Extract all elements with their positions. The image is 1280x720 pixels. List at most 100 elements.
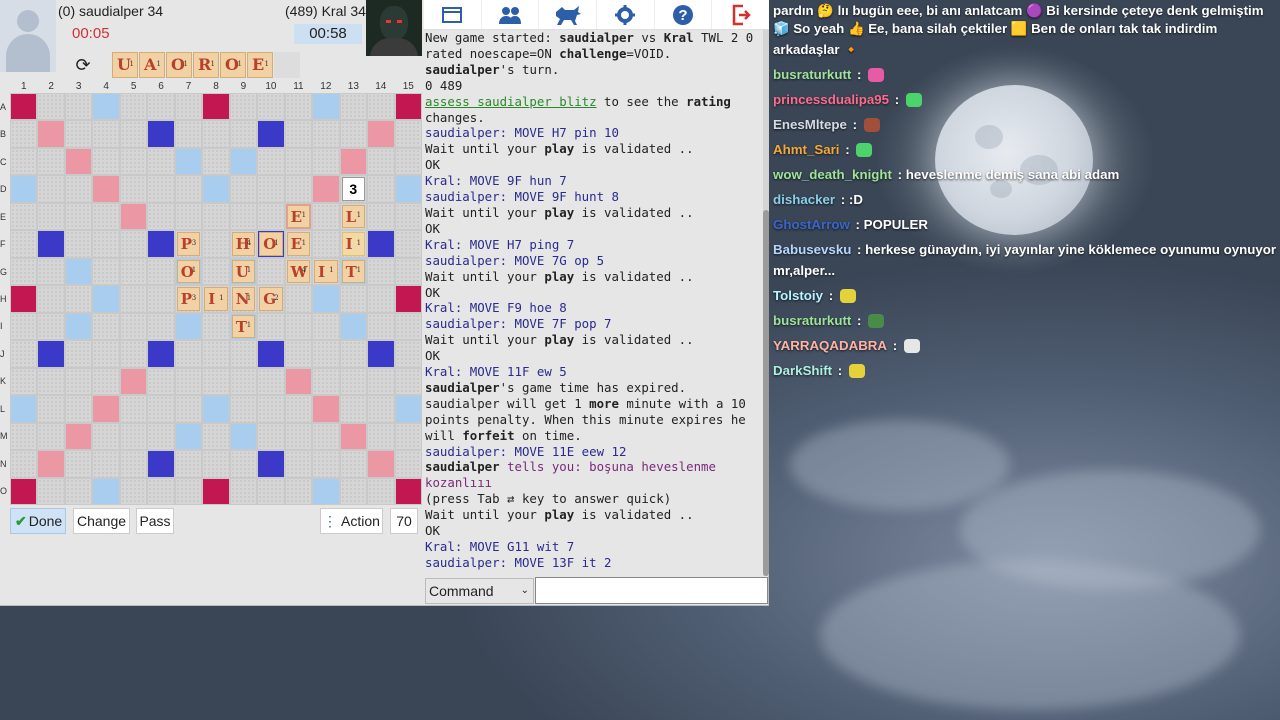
help-icon[interactable]: ? (653, 0, 712, 29)
board-square[interactable] (394, 395, 422, 423)
board-square[interactable] (312, 312, 340, 341)
board-square[interactable] (64, 285, 93, 313)
board-square[interactable] (257, 450, 285, 478)
board-square[interactable]: T1 (339, 257, 368, 286)
board-square[interactable] (119, 175, 148, 203)
rack-tile[interactable]: R1 (193, 52, 219, 78)
board-square[interactable] (10, 120, 38, 148)
board-square[interactable] (174, 450, 203, 478)
console-scrollbar[interactable] (763, 30, 769, 576)
board-square[interactable] (367, 422, 395, 451)
board-square[interactable] (339, 422, 368, 451)
board-square[interactable] (119, 120, 148, 148)
board-square[interactable] (257, 395, 285, 423)
board-square[interactable] (339, 147, 368, 176)
board-square[interactable] (64, 147, 93, 176)
board-square[interactable] (174, 340, 203, 368)
board-square[interactable] (147, 477, 175, 505)
board-square[interactable] (92, 202, 120, 231)
board-square[interactable] (339, 93, 368, 121)
board-square[interactable] (37, 120, 65, 148)
board-square[interactable] (119, 340, 148, 368)
board-square[interactable] (147, 395, 175, 423)
board-square[interactable] (394, 120, 422, 148)
board-square[interactable] (367, 340, 395, 368)
board-square[interactable] (64, 367, 93, 396)
board-square[interactable] (10, 367, 38, 396)
board-square[interactable] (10, 147, 38, 176)
board-square[interactable] (284, 422, 313, 451)
board-square[interactable] (147, 202, 175, 231)
board-square[interactable] (64, 230, 93, 258)
board-square[interactable] (257, 120, 285, 148)
board-square[interactable] (229, 477, 258, 505)
chat-username[interactable]: EnesMltepe (773, 117, 847, 132)
board-square[interactable] (147, 230, 175, 258)
rack-tile[interactable] (274, 52, 300, 78)
board-square[interactable] (202, 450, 230, 478)
board-square[interactable] (339, 477, 368, 505)
board-square[interactable] (202, 312, 230, 341)
board-square[interactable] (312, 477, 340, 505)
board-square[interactable] (312, 340, 340, 368)
board-square[interactable] (64, 395, 93, 423)
board-square[interactable] (92, 312, 120, 341)
board-square[interactable] (174, 202, 203, 231)
board-square[interactable] (394, 312, 422, 341)
board-square[interactable] (202, 367, 230, 396)
board-square[interactable] (147, 93, 175, 121)
board-square[interactable] (284, 147, 313, 176)
board-square[interactable] (174, 312, 203, 341)
board-square[interactable] (147, 312, 175, 341)
board-square[interactable] (284, 340, 313, 368)
board-square[interactable] (367, 93, 395, 121)
command-input[interactable] (535, 577, 768, 604)
board-square[interactable]: P3 (174, 285, 203, 313)
board-square[interactable] (312, 175, 340, 203)
board-square[interactable] (119, 312, 148, 341)
board-square[interactable] (394, 340, 422, 368)
board-square[interactable] (202, 202, 230, 231)
window-icon[interactable] (423, 0, 481, 29)
board-square[interactable] (37, 312, 65, 341)
board-square[interactable] (394, 93, 422, 121)
board-square[interactable] (312, 450, 340, 478)
board-square[interactable] (229, 450, 258, 478)
chat-username[interactable]: GhostArrow (773, 217, 850, 232)
board-square[interactable] (257, 477, 285, 505)
scrabble-board[interactable]: 3E1L1P3H4O1E1I1O1U1W4I1T1P3I1N1G2T1 (10, 93, 422, 505)
board-square[interactable] (367, 120, 395, 148)
board-square[interactable] (64, 450, 93, 478)
board-square[interactable] (147, 340, 175, 368)
board-square[interactable] (10, 450, 38, 478)
board-square[interactable] (64, 93, 93, 121)
rack-tile[interactable]: E1 (247, 52, 273, 78)
board-square[interactable] (367, 257, 395, 286)
board-square[interactable] (174, 147, 203, 176)
board-square[interactable] (229, 202, 258, 231)
board-square[interactable]: G2 (257, 285, 285, 313)
board-square[interactable] (312, 285, 340, 313)
board-square[interactable] (339, 120, 368, 148)
board-square[interactable] (312, 202, 340, 231)
change-button[interactable]: Change (73, 508, 130, 534)
board-square[interactable] (174, 120, 203, 148)
board-square[interactable] (147, 257, 175, 286)
board-square[interactable] (64, 477, 93, 505)
board-square[interactable] (339, 285, 368, 313)
board-square[interactable] (367, 285, 395, 313)
board-square[interactable] (339, 340, 368, 368)
board-square[interactable] (92, 175, 120, 203)
board-square[interactable] (367, 312, 395, 341)
board-square[interactable] (174, 93, 203, 121)
board-square[interactable] (10, 312, 38, 341)
board-square[interactable] (92, 285, 120, 313)
board-square[interactable] (367, 450, 395, 478)
board-square[interactable] (37, 93, 65, 121)
board-square[interactable] (202, 230, 230, 258)
board-square[interactable] (312, 230, 340, 258)
board-square[interactable] (367, 175, 395, 203)
board-square[interactable] (92, 340, 120, 368)
board-square[interactable] (312, 395, 340, 423)
refresh-icon[interactable]: ⟳ (70, 53, 96, 77)
